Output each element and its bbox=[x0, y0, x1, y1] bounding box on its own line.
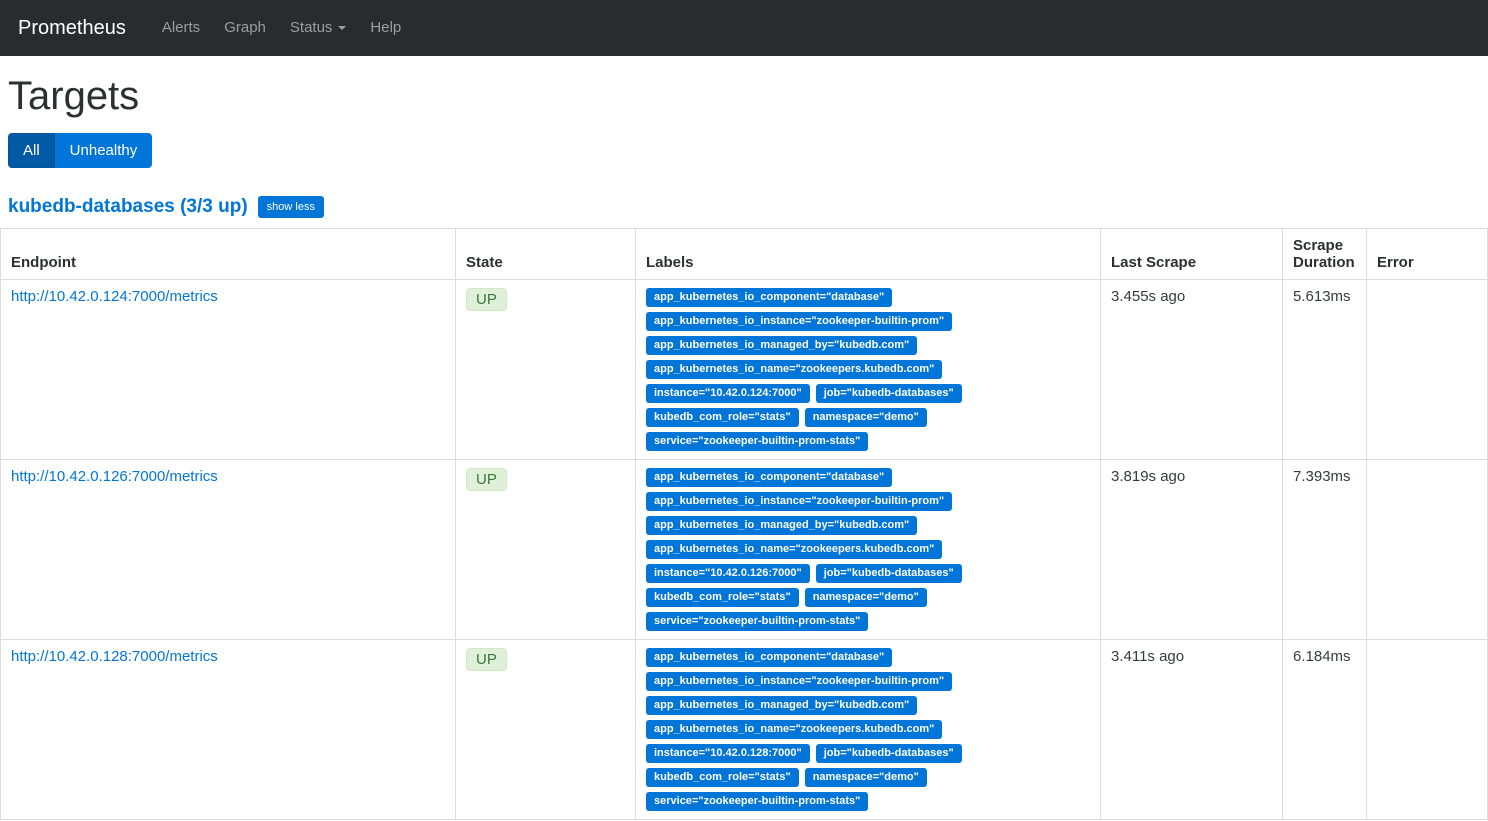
label-badge: instance="10.42.0.124:7000" bbox=[646, 384, 810, 403]
endpoint-cell: http://10.42.0.126:7000/metrics bbox=[1, 460, 456, 640]
state-cell: UP bbox=[456, 280, 636, 460]
main-content: Targets All Unhealthy kubedb-databases (… bbox=[0, 74, 1488, 820]
last-scrape-cell: 3.411s ago bbox=[1101, 640, 1283, 820]
nav-item-status-label: Status bbox=[290, 19, 333, 36]
labels-list: app_kubernetes_io_component="database" a… bbox=[646, 468, 1090, 631]
label-badge: job="kubedb-databases" bbox=[816, 564, 962, 583]
label-badge: app_kubernetes_io_component="database" bbox=[646, 288, 892, 307]
label-badge: service="zookeeper-builtin-prom-stats" bbox=[646, 612, 868, 631]
label-badge: app_kubernetes_io_name="zookeepers.kubed… bbox=[646, 720, 942, 739]
labels-cell: app_kubernetes_io_component="database" a… bbox=[636, 280, 1101, 460]
col-header-labels: Labels bbox=[636, 229, 1101, 280]
filter-all-button[interactable]: All bbox=[8, 133, 55, 168]
nav-item-help[interactable]: Help bbox=[358, 0, 413, 56]
job-header: kubedb-databases (3/3 up) show less bbox=[8, 196, 1488, 218]
endpoint-link[interactable]: http://10.42.0.126:7000/metrics bbox=[11, 468, 218, 485]
last-scrape-cell: 3.455s ago bbox=[1101, 280, 1283, 460]
last-scrape-cell: 3.819s ago bbox=[1101, 460, 1283, 640]
state-badge: UP bbox=[466, 288, 507, 311]
label-badge: app_kubernetes_io_instance="zookeeper-bu… bbox=[646, 492, 952, 511]
state-badge: UP bbox=[466, 468, 507, 491]
caret-down-icon bbox=[338, 26, 346, 30]
label-badge: app_kubernetes_io_name="zookeepers.kubed… bbox=[646, 360, 942, 379]
col-header-scrape-duration: Scrape Duration bbox=[1283, 229, 1367, 280]
endpoint-cell: http://10.42.0.124:7000/metrics bbox=[1, 280, 456, 460]
nav-menu: Alerts Graph Status Help bbox=[150, 0, 413, 56]
labels-list: app_kubernetes_io_component="database" a… bbox=[646, 648, 1090, 811]
label-badge: app_kubernetes_io_name="zookeepers.kubed… bbox=[646, 540, 942, 559]
endpoint-link[interactable]: http://10.42.0.128:7000/metrics bbox=[11, 648, 218, 665]
col-header-last-scrape: Last Scrape bbox=[1101, 229, 1283, 280]
nav-item-status[interactable]: Status bbox=[278, 0, 359, 56]
page-title: Targets bbox=[8, 74, 1488, 119]
navbar: Prometheus Alerts Graph Status Help bbox=[0, 0, 1488, 56]
label-badge: instance="10.42.0.128:7000" bbox=[646, 744, 810, 763]
filter-unhealthy-button[interactable]: Unhealthy bbox=[55, 133, 153, 168]
label-badge: service="zookeeper-builtin-prom-stats" bbox=[646, 792, 868, 811]
label-badge: namespace="demo" bbox=[805, 768, 927, 787]
label-badge: service="zookeeper-builtin-prom-stats" bbox=[646, 432, 868, 451]
label-badge: kubedb_com_role="stats" bbox=[646, 408, 799, 427]
endpoint-cell: http://10.42.0.128:7000/metrics bbox=[1, 640, 456, 820]
col-header-error: Error bbox=[1367, 229, 1488, 280]
label-badge: app_kubernetes_io_component="database" bbox=[646, 468, 892, 487]
targets-table: Endpoint State Labels Last Scrape Scrape… bbox=[0, 228, 1488, 820]
label-badge: kubedb_com_role="stats" bbox=[646, 588, 799, 607]
nav-item-alerts[interactable]: Alerts bbox=[150, 0, 212, 56]
label-badge: app_kubernetes_io_managed_by="kubedb.com… bbox=[646, 336, 917, 355]
label-badge: job="kubedb-databases" bbox=[816, 744, 962, 763]
job-title-link[interactable]: kubedb-databases (3/3 up) bbox=[8, 196, 248, 218]
error-cell bbox=[1367, 460, 1488, 640]
table-row: http://10.42.0.128:7000/metrics UP app_k… bbox=[1, 640, 1488, 820]
label-badge: app_kubernetes_io_instance="zookeeper-bu… bbox=[646, 312, 952, 331]
labels-cell: app_kubernetes_io_component="database" a… bbox=[636, 640, 1101, 820]
labels-list: app_kubernetes_io_component="database" a… bbox=[646, 288, 1090, 451]
state-cell: UP bbox=[456, 460, 636, 640]
label-badge: app_kubernetes_io_managed_by="kubedb.com… bbox=[646, 516, 917, 535]
table-row: http://10.42.0.126:7000/metrics UP app_k… bbox=[1, 460, 1488, 640]
table-row: http://10.42.0.124:7000/metrics UP app_k… bbox=[1, 280, 1488, 460]
scrape-duration-cell: 5.613ms bbox=[1283, 280, 1367, 460]
col-header-state: State bbox=[456, 229, 636, 280]
label-badge: app_kubernetes_io_component="database" bbox=[646, 648, 892, 667]
label-badge: namespace="demo" bbox=[805, 408, 927, 427]
label-badge: instance="10.42.0.126:7000" bbox=[646, 564, 810, 583]
scrape-duration-cell: 6.184ms bbox=[1283, 640, 1367, 820]
filter-button-group: All Unhealthy bbox=[8, 133, 152, 168]
col-header-endpoint: Endpoint bbox=[1, 229, 456, 280]
endpoint-link[interactable]: http://10.42.0.124:7000/metrics bbox=[11, 288, 218, 305]
table-header-row: Endpoint State Labels Last Scrape Scrape… bbox=[1, 229, 1488, 280]
state-badge: UP bbox=[466, 648, 507, 671]
nav-item-graph[interactable]: Graph bbox=[212, 0, 278, 56]
label-badge: kubedb_com_role="stats" bbox=[646, 768, 799, 787]
label-badge: namespace="demo" bbox=[805, 588, 927, 607]
state-cell: UP bbox=[456, 640, 636, 820]
error-cell bbox=[1367, 280, 1488, 460]
labels-cell: app_kubernetes_io_component="database" a… bbox=[636, 460, 1101, 640]
label-badge: job="kubedb-databases" bbox=[816, 384, 962, 403]
brand-link[interactable]: Prometheus bbox=[8, 17, 136, 40]
show-less-button[interactable]: show less bbox=[258, 196, 324, 218]
scrape-duration-cell: 7.393ms bbox=[1283, 460, 1367, 640]
label-badge: app_kubernetes_io_managed_by="kubedb.com… bbox=[646, 696, 917, 715]
error-cell bbox=[1367, 640, 1488, 820]
label-badge: app_kubernetes_io_instance="zookeeper-bu… bbox=[646, 672, 952, 691]
